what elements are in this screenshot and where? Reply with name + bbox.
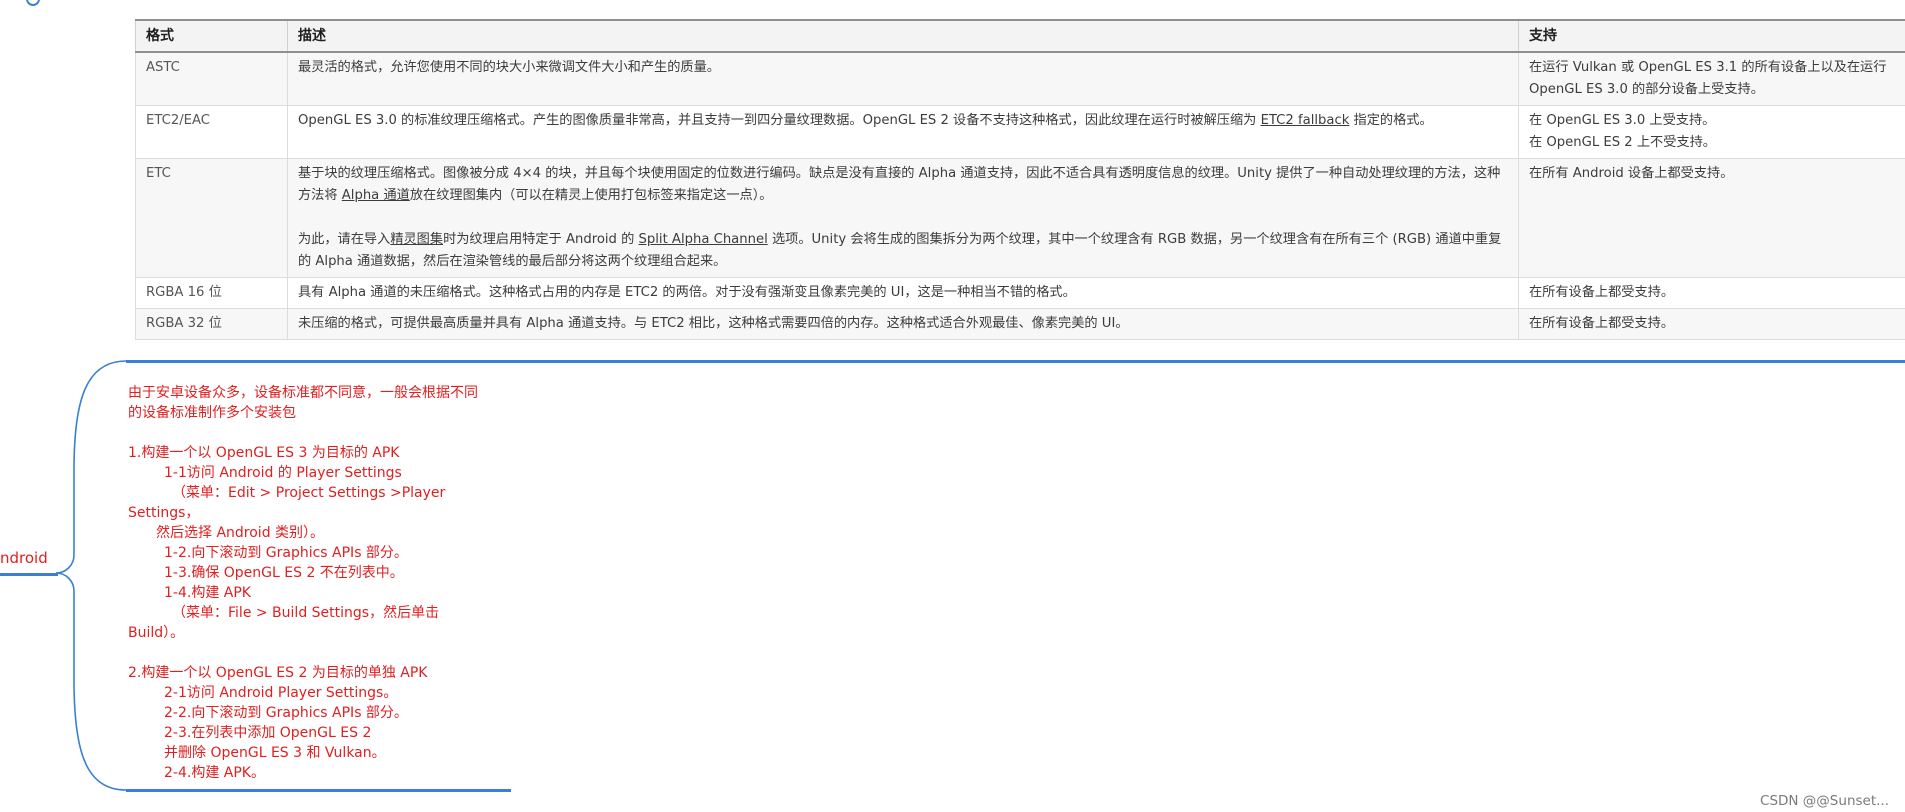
sprite-atlas-link[interactable]: 精灵图集 xyxy=(390,232,443,247)
texture-format-table: 格式 描述 支持 ASTC 最灵活的格式，允许您使用不同的块大小来微调文件大小和… xyxy=(135,19,1905,340)
header-description: 描述 xyxy=(287,19,1519,53)
note-line: 2-1访问 Android Player Settings。 xyxy=(164,685,398,701)
note-line: 由于安卓设备众多，设备标准都不同意，一般会根据不同 xyxy=(128,385,478,401)
mindmap-node-bottom-border xyxy=(126,789,511,792)
description-text: 指定的格式。 xyxy=(1349,113,1433,128)
note-line: 然后选择 Android 类别）。 xyxy=(156,525,325,541)
note-blank-line xyxy=(128,423,518,443)
split-alpha-channel-link[interactable]: Split Alpha Channel xyxy=(639,232,768,247)
support-cell: 在所有设备上都受支持。 xyxy=(1518,308,1905,340)
note-line: 2-2.向下滚动到 Graphics APIs 部分。 xyxy=(164,705,408,721)
description-text: 未压缩的格式，可提供最高质量并具有 Alpha 通道支持。与 ETC2 相比，这… xyxy=(298,316,1129,331)
section-title: 2.构建一个以 OpenGL ES 2 为目标的单独 APK xyxy=(128,665,428,681)
table-row: RGBA 16 位 具有 Alpha 通道的未压缩格式。这种格式占用的内存是 E… xyxy=(135,277,1905,309)
support-text: 在所有 Android 设备上都受支持。 xyxy=(1529,166,1734,181)
description-cell: OpenGL ES 3.0 的标准纹理压缩格式。产生的图像质量非常高，并且支持一… xyxy=(287,105,1519,159)
csdn-watermark: CSDN @@Sunset... xyxy=(1760,793,1889,809)
support-cell: 在 OpenGL ES 3.0 上受支持。 在 OpenGL ES 2 上不受支… xyxy=(1518,105,1905,159)
table-row: ETC 基于块的纹理压缩格式。图像被分成 4×4 的块，并且每个块使用固定的位数… xyxy=(135,158,1905,278)
section-title: 1.构建一个以 OpenGL ES 3 为目标的 APK xyxy=(128,445,400,461)
note-line: （菜单：Edit > Project Settings >Player xyxy=(172,485,446,501)
format-cell: RGBA 32 位 xyxy=(135,308,288,340)
support-text: 在所有设备上都受支持。 xyxy=(1529,285,1675,300)
format-cell: ASTC xyxy=(135,51,288,106)
description-paragraph: 基于块的纹理压缩格式。图像被分成 4×4 的块，并且每个块使用固定的位数进行编码… xyxy=(298,163,1508,207)
header-support: 支持 xyxy=(1518,19,1905,53)
support-text: 在 OpenGL ES 3.0 上受支持。 xyxy=(1529,113,1716,128)
note-line: 1-4.构建 APK xyxy=(164,585,251,601)
description-paragraph: 为此，请在导入精灵图集时为纹理启用特定于 Android 的 Split Alp… xyxy=(298,229,1508,273)
note-line: 的设备标准制作多个安装包 xyxy=(128,405,296,421)
format-cell: RGBA 16 位 xyxy=(135,277,288,309)
collapse-circle-icon[interactable] xyxy=(26,0,40,6)
description-text: 为此，请在导入 xyxy=(298,232,391,247)
support-text: 在 OpenGL ES 2 上不受支持。 xyxy=(1529,135,1716,150)
mindmap-brace-connector xyxy=(56,360,126,791)
description-text: OpenGL ES 3.0 的标准纹理压缩格式。产生的图像质量非常高，并且支持一… xyxy=(298,113,1261,128)
note-blank-line xyxy=(128,643,518,663)
page: 格式 描述 支持 ASTC 最灵活的格式，允许您使用不同的块大小来微调文件大小和… xyxy=(0,0,1905,812)
note-line: 2-3.在列表中添加 OpenGL ES 2 xyxy=(164,725,372,741)
description-text: 放在纹理图集内（可以在精灵上使用打包标签来指定这一点）。 xyxy=(409,188,773,203)
alpha-channel-link[interactable]: Alpha 通道 xyxy=(342,188,410,203)
format-cell: ETC2/EAC xyxy=(135,105,288,159)
note-line: 2-4.构建 APK。 xyxy=(164,765,265,781)
note-line: 1-3.确保 OpenGL ES 2 不在列表中。 xyxy=(164,565,404,581)
mindmap-root-connector xyxy=(0,573,58,576)
description-text: 时为纹理启用特定于 Android 的 xyxy=(443,232,639,247)
note-line: （菜单：File > Build Settings，然后单击 xyxy=(172,605,440,621)
description-cell: 基于块的纹理压缩格式。图像被分成 4×4 的块，并且每个块使用固定的位数进行编码… xyxy=(287,158,1519,278)
format-cell: ETC xyxy=(135,158,288,278)
note-line: 并删除 OpenGL ES 3 和 Vulkan。 xyxy=(164,745,386,761)
mindmap-node-top-border xyxy=(126,360,1905,363)
note-line: Build）。 xyxy=(128,625,185,641)
etc2-fallback-link[interactable]: ETC2 fallback xyxy=(1261,113,1350,128)
support-cell: 在所有 Android 设备上都受支持。 xyxy=(1518,158,1905,278)
description-text: 最灵活的格式，允许您使用不同的块大小来微调文件大小和产生的质量。 xyxy=(298,60,720,75)
support-text: 在运行 Vulkan 或 OpenGL ES 3.1 的所有设备上以及在运行 xyxy=(1529,60,1887,75)
table-row: RGBA 32 位 未压缩的格式，可提供最高质量并具有 Alpha 通道支持。与… xyxy=(135,308,1905,340)
mindmap-root-node[interactable]: ndroid xyxy=(0,549,48,567)
support-text: OpenGL ES 3.0 的部分设备上受支持。 xyxy=(1529,82,1764,97)
mindmap-note-node[interactable]: 由于安卓设备众多，设备标准都不同意，一般会根据不同 的设备标准制作多个安装包 1… xyxy=(128,383,518,783)
description-cell: 最灵活的格式，允许您使用不同的块大小来微调文件大小和产生的质量。 xyxy=(287,51,1519,106)
note-line: Settings， xyxy=(128,505,200,521)
description-cell: 具有 Alpha 通道的未压缩格式。这种格式占用的内存是 ETC2 的两倍。对于… xyxy=(287,277,1519,309)
header-format: 格式 xyxy=(135,19,288,53)
support-cell: 在运行 Vulkan 或 OpenGL ES 3.1 的所有设备上以及在运行 O… xyxy=(1518,51,1905,106)
table-row: ASTC 最灵活的格式，允许您使用不同的块大小来微调文件大小和产生的质量。 在运… xyxy=(135,51,1905,106)
note-line: 1-1访问 Android 的 Player Settings xyxy=(164,465,402,481)
note-line: 1-2.向下滚动到 Graphics APIs 部分。 xyxy=(164,545,408,561)
support-text: 在所有设备上都受支持。 xyxy=(1529,316,1675,331)
table-row: ETC2/EAC OpenGL ES 3.0 的标准纹理压缩格式。产生的图像质量… xyxy=(135,105,1905,159)
support-cell: 在所有设备上都受支持。 xyxy=(1518,277,1905,309)
description-text: 具有 Alpha 通道的未压缩格式。这种格式占用的内存是 ETC2 的两倍。对于… xyxy=(298,285,1076,300)
table-header-row: 格式 描述 支持 xyxy=(135,19,1905,53)
description-cell: 未压缩的格式，可提供最高质量并具有 Alpha 通道支持。与 ETC2 相比，这… xyxy=(287,308,1519,340)
